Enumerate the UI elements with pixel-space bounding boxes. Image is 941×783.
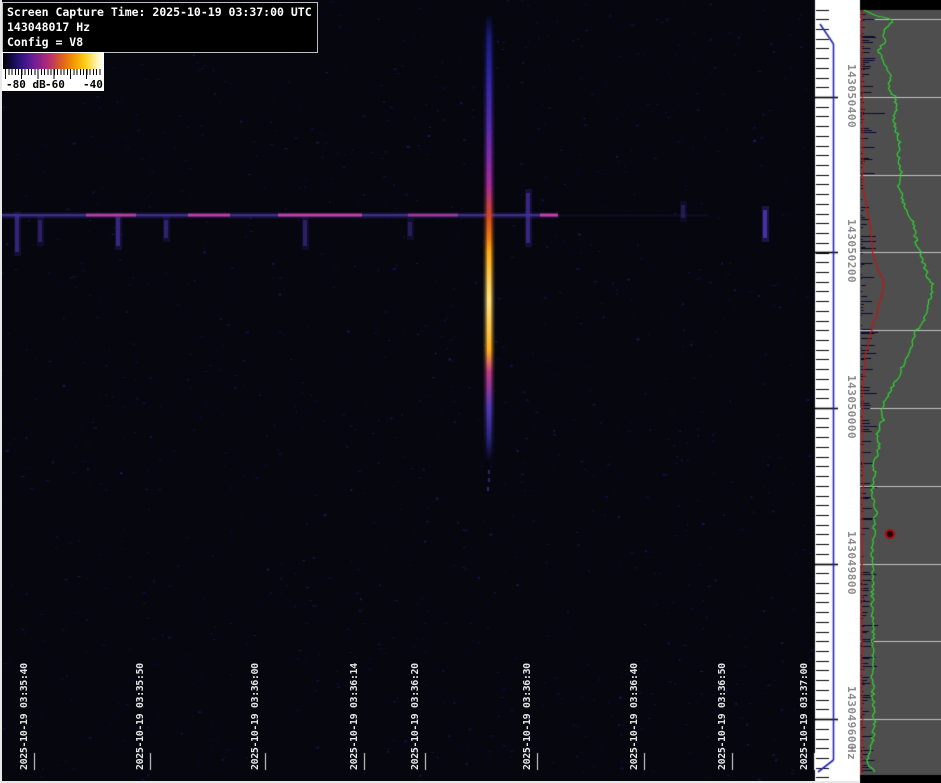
colorbar-legend: -80 dB -60 -40 [2, 52, 104, 91]
frequency-label: 143050200 [845, 219, 858, 283]
time-label: 2025-10-19 03:36:30 [522, 663, 533, 770]
time-label: 2025-10-19 03:36:14 [349, 663, 360, 770]
colorbar-label-mid: -60 [45, 78, 65, 91]
frequency-label: 143050400 [845, 64, 858, 128]
frequency-label: 143050000 [845, 375, 858, 439]
time-label: 2025-10-19 03:35:40 [19, 663, 30, 770]
time-label: 2025-10-19 03:36:50 [717, 663, 728, 770]
capture-time-text: Screen Capture Time: 2025-10-19 03:37:00… [7, 5, 313, 20]
colorbar-label-max: -40 [83, 78, 103, 91]
frequency-label: 143049800 [845, 531, 858, 595]
time-label: 2025-10-19 03:36:20 [410, 663, 421, 770]
capture-frequency-text: 143048017 Hz [7, 20, 313, 35]
time-label: 2025-10-19 03:37:00 [799, 663, 810, 770]
frequency-unit-label: Hz [845, 746, 858, 760]
capture-config-text: Config = V8 [7, 35, 313, 50]
time-label: 2025-10-19 03:35:50 [135, 663, 146, 770]
colorbar-gradient [3, 53, 103, 69]
colorbar-label-min: -80 dB [6, 78, 46, 91]
time-label: 2025-10-19 03:36:40 [629, 663, 640, 770]
spectrum-lab-capture: Screen Capture Time: 2025-10-19 03:37:00… [0, 0, 941, 783]
frequency-label: 143049600 [845, 686, 858, 750]
window-border-left [0, 0, 2, 783]
time-label: 2025-10-19 03:36:00 [250, 663, 261, 770]
capture-info-box: Screen Capture Time: 2025-10-19 03:37:00… [2, 2, 318, 53]
